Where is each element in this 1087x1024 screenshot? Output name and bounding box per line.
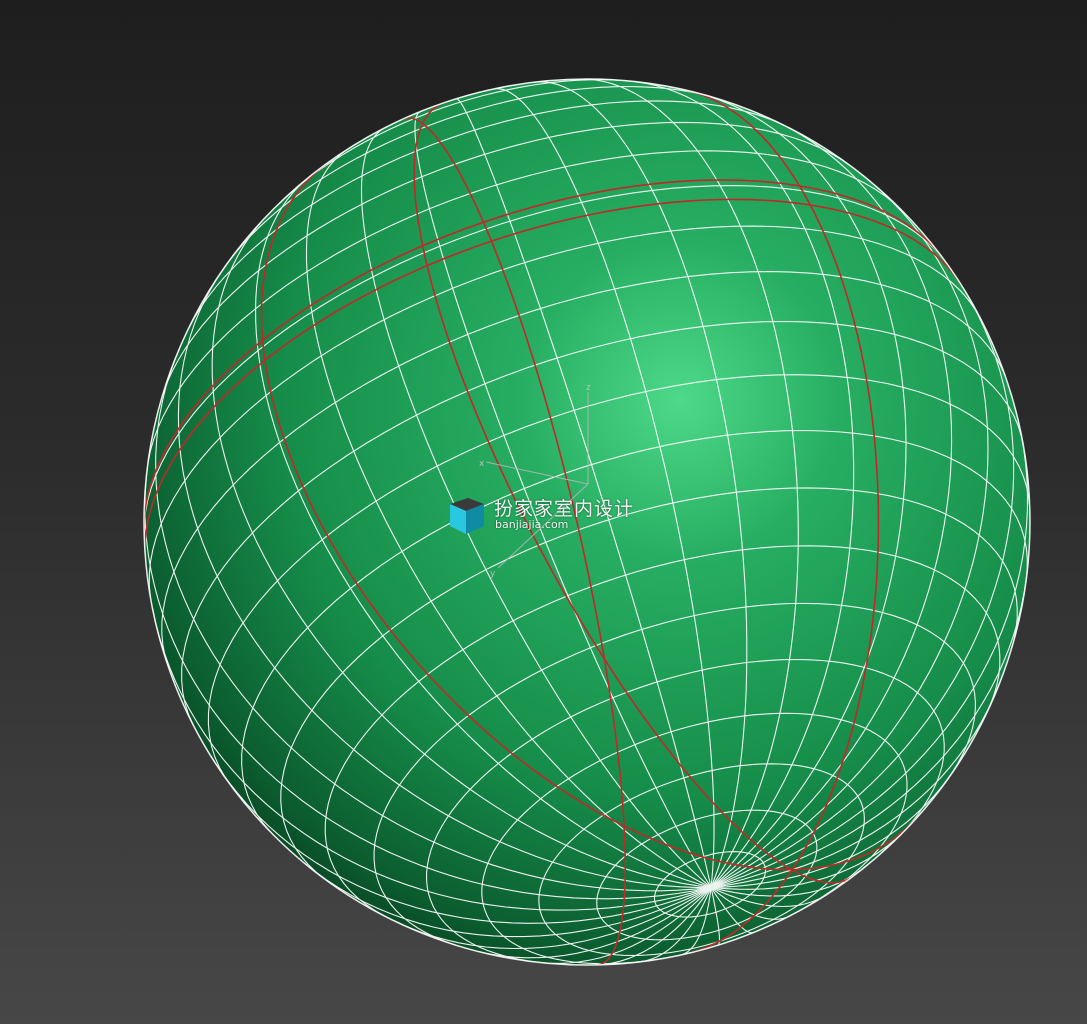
3d-viewport[interactable]: z x y 扮家家室内设计 banjiajia.com — [0, 0, 1087, 1024]
watermark-text-en: banjiajia.com — [495, 518, 569, 531]
cube-logo-icon — [450, 498, 484, 534]
svg-text:z: z — [586, 383, 591, 393]
watermark-text-cn: 扮家家室内设计 — [494, 498, 635, 520]
watermark: 扮家家室内设计 banjiajia.com — [446, 494, 656, 538]
svg-text:y: y — [490, 569, 496, 579]
svg-text:x: x — [479, 459, 485, 469]
